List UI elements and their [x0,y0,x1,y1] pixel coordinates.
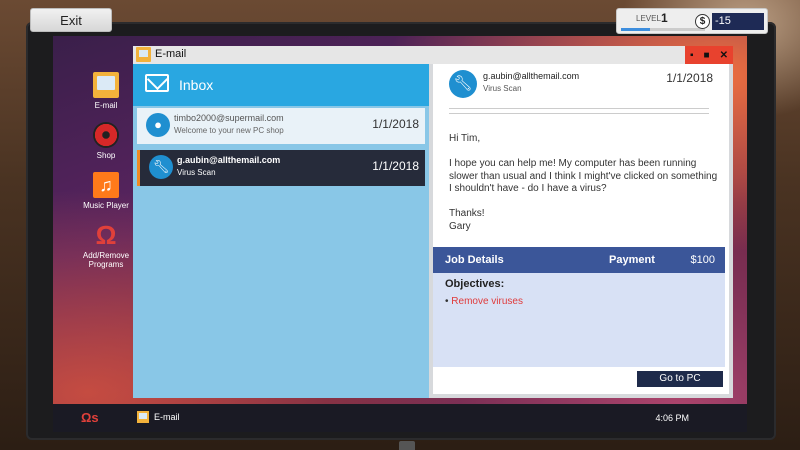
level-value: 1 [661,11,668,25]
close-icon[interactable]: ✕ [720,50,728,61]
desktop-icon-add-remove[interactable]: Ω Add/Remove Programs [76,222,136,269]
music-icon: ♫ [93,172,119,198]
email-list-item[interactable]: ● timbo2000@supermail.com Welcome to you… [137,108,425,144]
wrench-icon: 🔧︎ [449,70,477,98]
taskbar: Ωs E-mail 4:06 PM [53,404,747,432]
desktop-icon-email[interactable]: E-mail [76,72,136,110]
desktop-icon-music-player[interactable]: ♫ Music Player [76,172,136,210]
objectives-title: Objectives: [445,278,505,290]
objectives-panel: Objectives: Remove viruses [433,273,725,367]
taskbar-item-label: E-mail [154,412,180,422]
level-label: LEVEL [636,14,661,23]
job-details-label: Job Details [445,254,504,266]
objective-item: Remove viruses [445,296,523,307]
email-subject: Welcome to your new PC shop [174,126,284,135]
reader-subject: Virus Scan [483,84,522,93]
email-icon [93,72,119,98]
email-message: I hope you can help me! My computer has … [449,158,718,194]
monitor-stand [399,441,415,450]
add-remove-icon: Ω [95,220,117,250]
money-balance: -15 [712,13,764,30]
inbox-pane: Inbox ● timbo2000@supermail.com Welcome … [133,64,429,398]
level-progress-fill [621,28,651,31]
payment-amount: $100 [690,254,715,266]
desktop-icon-label: Music Player [83,201,129,210]
divider [449,113,709,114]
taskbar-clock: 4:06 PM [655,413,689,423]
reader-date: 1/1/2018 [666,71,713,85]
payment-label: Payment [609,254,655,266]
email-list-item-selected[interactable]: 🔧︎ g.aubin@allthemail.com Virus Scan 1/1… [137,150,425,186]
envelope-icon [145,74,169,92]
reader-sender: g.aubin@allthemail.com [483,71,580,81]
minimize-icon[interactable]: ▪ [690,50,694,61]
desktop-icon-label: Shop [96,151,116,160]
email-subject: Virus Scan [177,168,216,177]
email-sender: g.aubin@allthemail.com [177,155,281,165]
maximize-icon[interactable]: ■ [704,50,710,61]
divider [449,108,709,109]
go-to-pc-button[interactable]: Go to PC [637,371,723,387]
email-greeting: Hi Tim, [449,133,481,144]
desktop-icon-label: E-mail [94,101,118,110]
window-controls: ▪ ■ ✕ [685,46,733,64]
email-sender: timbo2000@supermail.com [174,113,284,123]
person-icon: ● [146,113,170,137]
window-title: E-mail [155,48,187,60]
wrench-icon: 🔧︎ [149,155,173,179]
player-status: LEVEL 1 $ -15 [616,8,768,34]
email-date: 1/1/2018 [372,159,419,173]
email-signoff: Thanks! [449,208,485,219]
reading-pane: 🔧︎ g.aubin@allthemail.com Virus Scan 1/1… [433,64,729,394]
coin-icon: $ [695,14,710,29]
email-icon [137,411,149,423]
email-icon [136,47,151,62]
level-progress-bar [621,28,705,31]
inbox-title: Inbox [179,77,214,93]
taskbar-item-email[interactable]: E-mail [137,411,180,423]
window-titlebar[interactable]: E-mail ▪ ■ ✕ [133,46,733,64]
shop-icon [93,122,119,148]
desktop-icon-label: Add/Remove Programs [82,251,130,269]
email-date: 1/1/2018 [372,117,419,131]
start-icon[interactable]: Ωs [81,410,99,425]
email-signature: Gary [449,220,471,232]
inbox-header: Inbox [133,64,429,106]
exit-button[interactable]: Exit [30,8,112,32]
email-body: Hi Tim, I hope you can help me! My compu… [449,133,719,233]
job-details-bar: Job Details Payment $100 [433,247,725,273]
email-window: E-mail ▪ ■ ✕ Inbox ● timbo2000@supermail… [133,46,733,398]
desktop-icon-shop[interactable]: Shop [76,122,136,160]
